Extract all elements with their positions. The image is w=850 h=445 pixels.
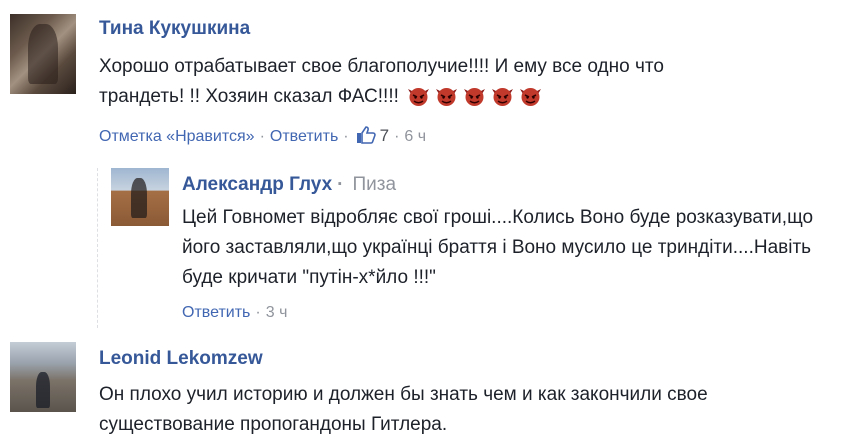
devil-emoji [461,83,488,117]
reply-link[interactable]: Ответить [270,128,338,145]
devil-emoji [405,83,432,117]
timestamp[interactable]: 3 ч [266,304,288,321]
devil-emoji [489,83,516,117]
comment-author-line: Александр Глух · Пиза [182,174,396,196]
devil-emoji [433,83,460,117]
separator-dot: · [255,304,261,321]
emoji-group [404,86,544,107]
devil-emoji [517,83,544,117]
like-link[interactable]: Отметка «Нравится» [99,128,255,145]
comment-actions: Ответить · 3 ч [182,304,287,322]
comment-author[interactable]: Тина Кукушкина [99,18,250,40]
comment-text: Он плохо учил историю и должен бы знать … [99,384,708,435]
comment-author[interactable]: Александр Глух [182,174,332,195]
comment-actions: Отметка «Нравится» · Ответить · 7 · 6 ч [99,126,426,149]
like-count[interactable]: 7 [380,126,389,145]
author-location: Пиза [352,174,397,195]
thumbs-up-icon[interactable] [356,126,376,149]
timestamp[interactable]: 6 ч [404,128,426,145]
separator-dot: · [343,128,349,145]
comment-text: Хорошо отрабатывает свое благополучие!!!… [99,52,749,117]
separator-dot: · [394,128,400,145]
separator-dot: · [337,174,344,195]
avatar[interactable] [10,14,76,94]
reply-thread-line [97,168,98,328]
comment-body: Хорошо отрабатывает свое благополучие!!!… [99,56,664,107]
comment-author[interactable]: Leonid Lekomzew [99,348,263,370]
comment-text: Цей Говномет відробляє свої гроші....Кол… [182,207,814,288]
avatar[interactable] [10,342,76,412]
avatar[interactable] [111,168,169,226]
reply-link[interactable]: Ответить [182,304,250,321]
separator-dot: · [259,128,265,145]
